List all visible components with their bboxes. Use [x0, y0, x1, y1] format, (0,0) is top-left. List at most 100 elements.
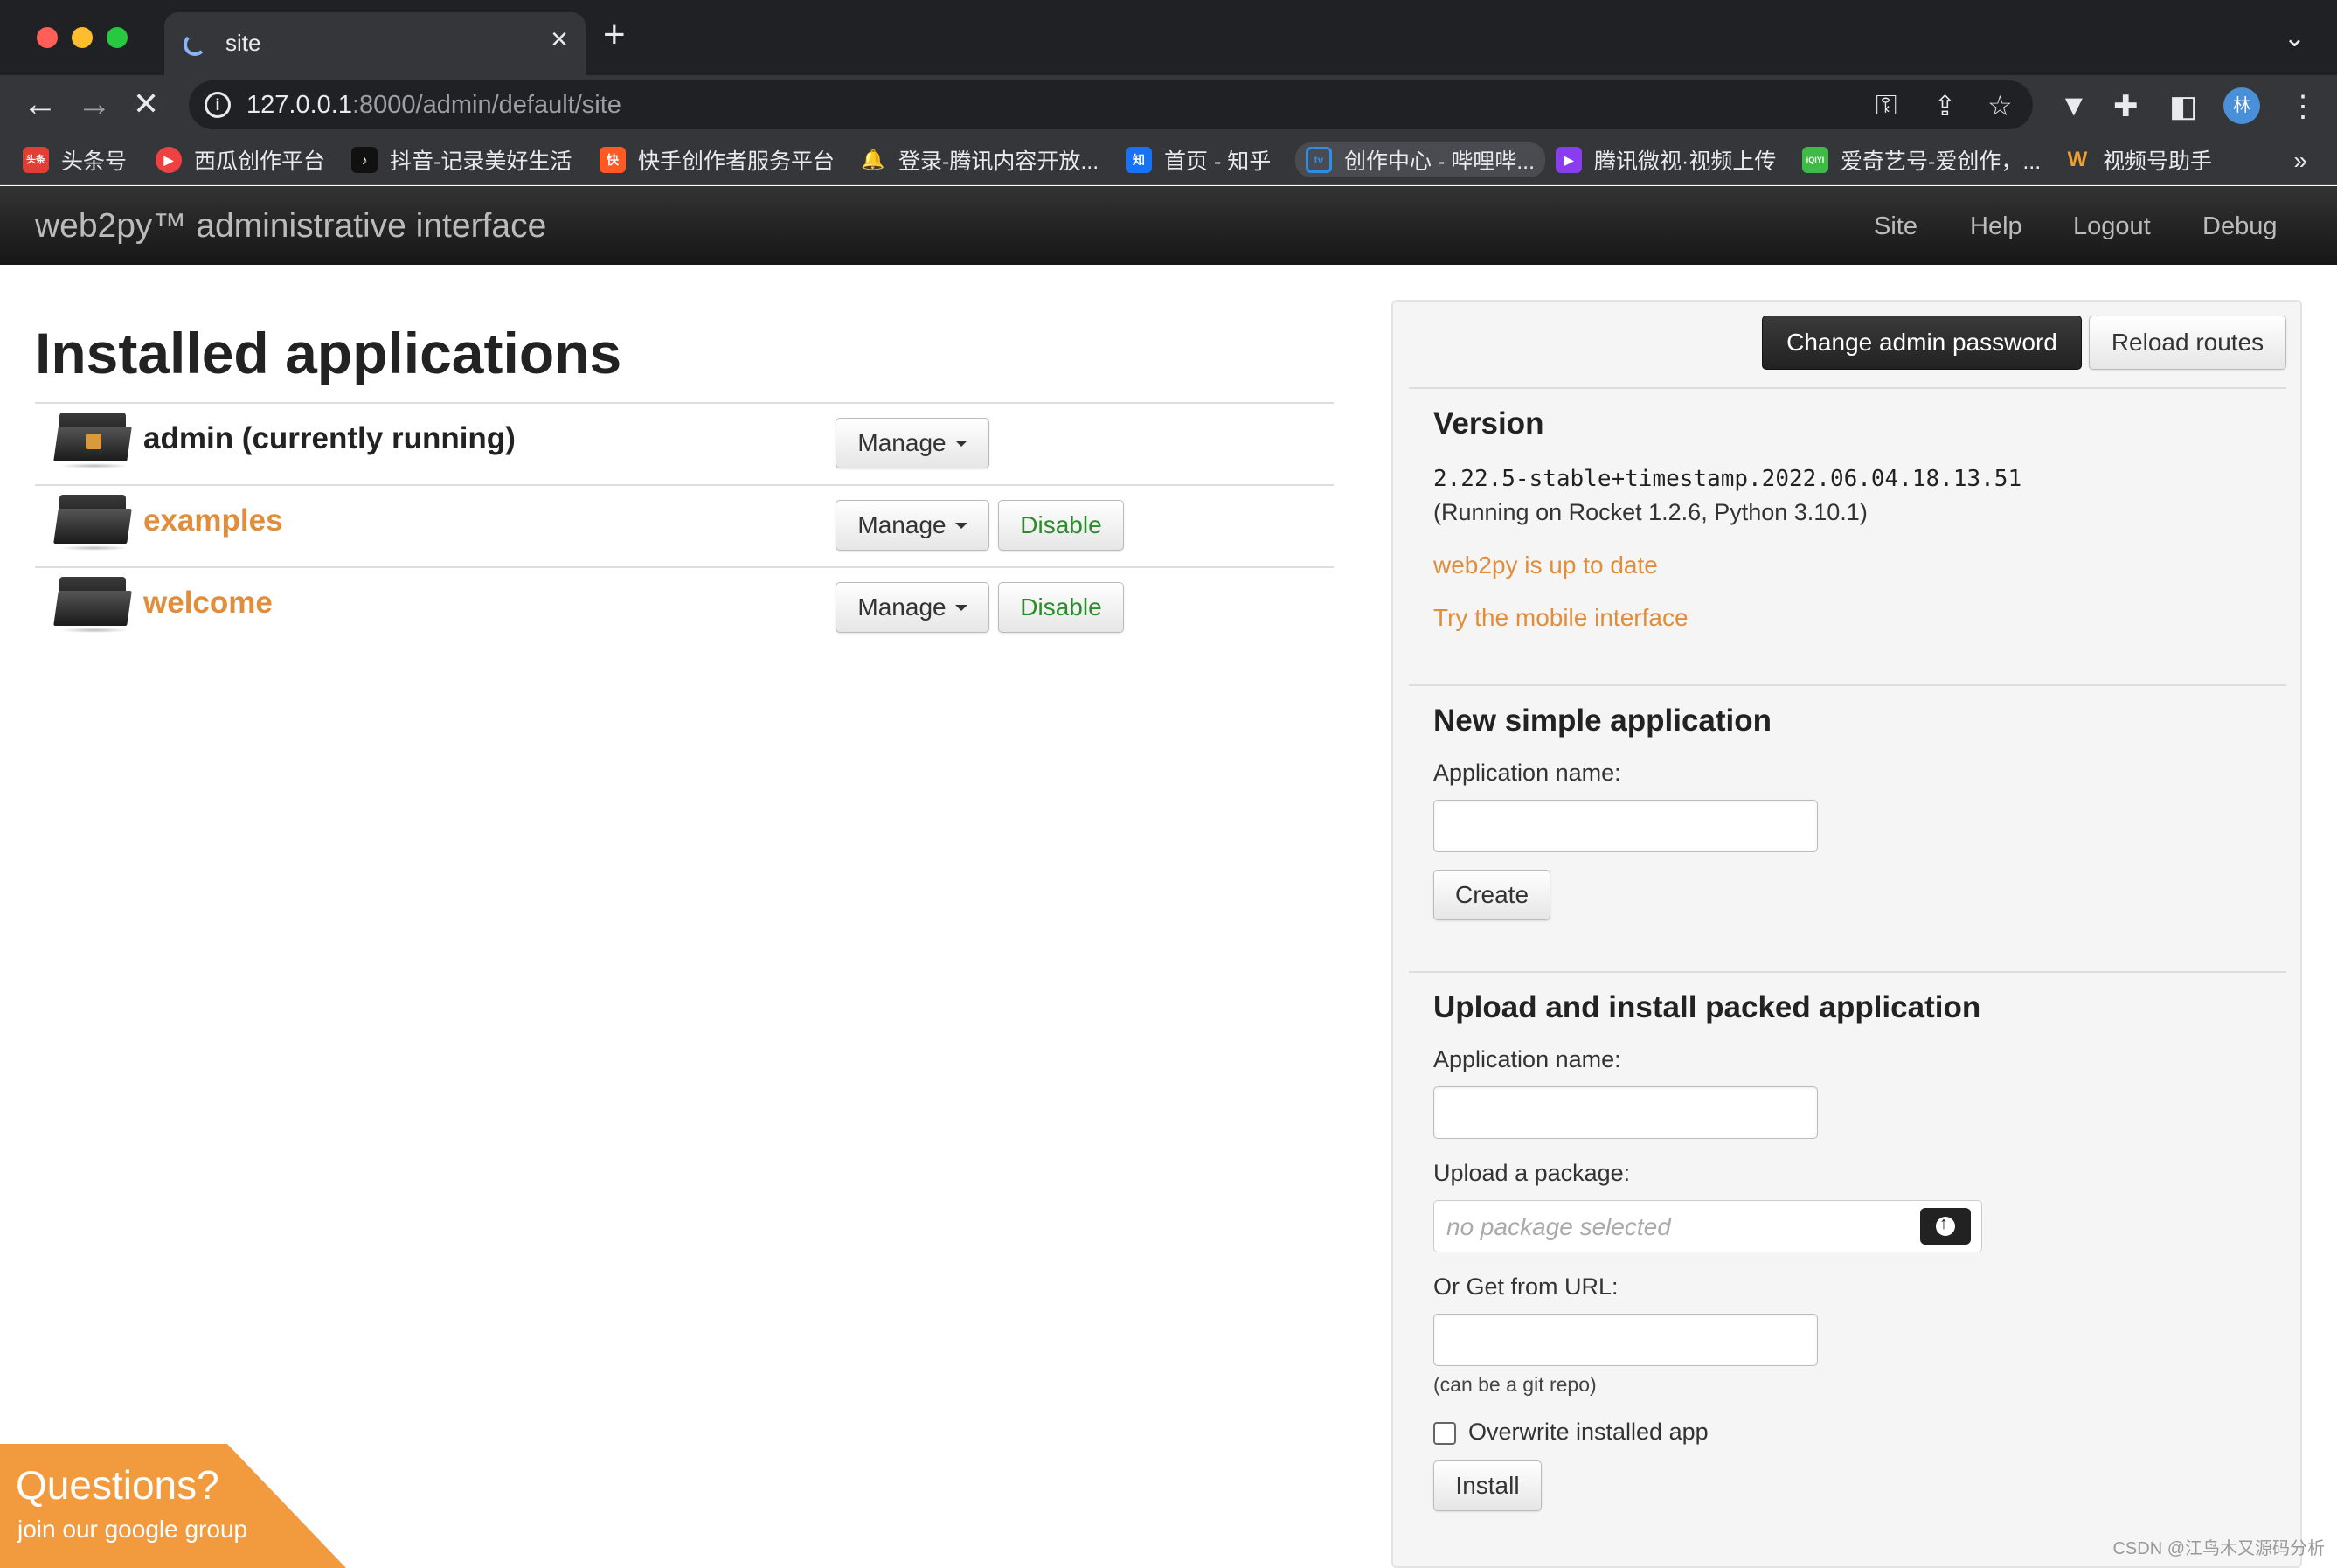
upload-package-label: Upload a package: — [1433, 1160, 1631, 1186]
up-to-date-link[interactable]: web2py is up to date — [1433, 552, 1658, 579]
share-icon[interactable]: ⇪ — [1933, 89, 1957, 122]
upload-app-name-input[interactable] — [1433, 1086, 1818, 1139]
package-placeholder: no package selected — [1446, 1213, 1671, 1240]
manage-button[interactable]: Manage — [836, 500, 989, 551]
admin-navbar: web2py™ administrative interface Site He… — [0, 186, 2337, 265]
app-name-label: Application name: — [1433, 760, 1621, 786]
install-button[interactable]: Install — [1433, 1460, 1542, 1511]
bookmark-item[interactable]: 🔔 登录-腾讯内容开放... — [860, 145, 1099, 175]
url-hint: (can be a git repo) — [1433, 1373, 1597, 1396]
bookmark-favicon-icon: 头条 — [23, 147, 49, 173]
disable-button[interactable]: Disable — [998, 500, 1124, 551]
app-row-admin: admin (currently running) Manage — [35, 402, 1334, 484]
bookmark-item[interactable]: tv 创作中心 - 哔哩哔... — [1295, 142, 1546, 177]
more-bookmarks-icon[interactable]: » — [2293, 147, 2307, 175]
browser-tab[interactable]: site × — [164, 12, 586, 75]
back-arrow-icon[interactable]: ← — [23, 82, 58, 126]
bookmark-item[interactable]: 头条 头条号 — [23, 145, 127, 175]
package-url-input[interactable] — [1433, 1314, 1818, 1366]
folder-icon — [53, 495, 132, 551]
browser-tab-bar: site × + ⌄ — [0, 0, 2337, 75]
reload-routes-button[interactable]: Reload routes — [2089, 316, 2286, 370]
browser-toolbar: ← → ✕ i 127.0.0.1:8000/admin/default/sit… — [0, 75, 2337, 135]
package-file-input[interactable]: no package selected ↑ — [1433, 1200, 1982, 1252]
bookmark-star-icon[interactable]: ☆ — [1987, 89, 2013, 122]
app-row-welcome: welcome Manage Disable — [35, 566, 1334, 649]
caret-down-icon — [954, 522, 967, 529]
bookmark-favicon-icon: ♪ — [351, 147, 378, 173]
extensions-puzzle-icon[interactable]: ✚ — [2113, 89, 2139, 124]
manage-button[interactable]: Manage — [836, 582, 989, 633]
bookmark-item[interactable]: iQIYI 爱奇艺号-爱创作，... — [1802, 145, 2041, 175]
new-app-heading: New simple application — [1433, 704, 1772, 738]
avatar[interactable]: 林 — [2223, 87, 2260, 124]
tab-title: site — [225, 30, 261, 56]
side-panel-icon[interactable]: ◧ — [2169, 89, 2197, 124]
new-tab-icon[interactable]: + — [603, 16, 626, 54]
google-group-banner[interactable]: Questions? join our google group — [0, 1444, 346, 1568]
app-link[interactable]: welcome — [143, 586, 273, 621]
close-tab-icon[interactable]: × — [551, 24, 568, 54]
bookmarks-bar: 头条 头条号 ▶ 西瓜创作平台 ♪ 抖音-记录美好生活 快快手创作者服务平台 🔔 登录-… — [0, 135, 2337, 185]
divider — [1409, 971, 2286, 973]
app-row-examples: examples Manage Disable — [35, 484, 1334, 566]
bookmark-favicon-icon: 快 — [600, 147, 626, 173]
bookmark-favicon-icon: ▶ — [1556, 147, 1582, 173]
change-admin-password-button[interactable]: Change admin password — [1762, 316, 2082, 370]
page-title: Installed applications — [35, 321, 622, 385]
upload-app-name-label: Application name: — [1433, 1046, 1621, 1072]
mobile-interface-link[interactable]: Try the mobile interface — [1433, 604, 1689, 632]
banner-questions: Questions? — [16, 1462, 219, 1508]
new-app-name-input[interactable] — [1433, 800, 1818, 852]
bookmark-favicon-icon: tv — [1306, 147, 1332, 173]
bookmark-item[interactable]: ▶ 西瓜创作平台 — [156, 145, 325, 175]
create-button[interactable]: Create — [1433, 870, 1550, 920]
app-link[interactable]: examples — [143, 503, 283, 538]
bookmark-item[interactable]: ♪ 抖音-记录美好生活 — [351, 145, 572, 175]
nav-link-logout[interactable]: Logout — [2073, 212, 2151, 241]
divider — [1409, 684, 2286, 686]
upload-heading: Upload and install packed application — [1433, 990, 1981, 1024]
bookmark-favicon-icon: W — [2067, 148, 2088, 171]
bookmark-item[interactable]: ▶ 腾讯微视·视频上传 — [1556, 145, 1776, 175]
upload-icon[interactable]: ↑ — [1920, 1208, 1971, 1245]
browser-menu-icon[interactable]: ⋮ — [2288, 89, 2318, 124]
overwrite-label[interactable]: Overwrite installed app — [1468, 1419, 1709, 1446]
bookmark-favicon-icon: 🔔 — [861, 149, 885, 170]
nav-link-site[interactable]: Site — [1874, 212, 1917, 241]
key-icon[interactable]: ⚿ — [1876, 89, 1897, 122]
app-list: admin (currently running) Manage example… — [35, 402, 1334, 649]
caret-down-icon — [954, 604, 967, 611]
brand-title[interactable]: web2py™ administrative interface — [35, 207, 546, 246]
minimize-window-button[interactable] — [72, 27, 93, 48]
maximize-window-button[interactable] — [107, 27, 128, 48]
loading-spinner-icon — [184, 33, 206, 56]
sidebar: Change admin password Reload routes Vers… — [1391, 300, 2302, 1568]
nav-link-debug[interactable]: Debug — [2202, 212, 2277, 241]
bookmark-item[interactable]: 知首页 - 知乎 — [1126, 145, 1271, 175]
bookmark-item[interactable]: W 视频号助手 — [2064, 145, 2212, 175]
bookmark-favicon-icon: 知 — [1126, 147, 1152, 173]
chevron-down-icon[interactable]: ⌄ — [2284, 23, 2306, 53]
manage-button[interactable]: Manage — [836, 418, 989, 468]
url-label: Or Get from URL: — [1433, 1273, 1619, 1300]
forward-arrow-icon[interactable]: → — [77, 82, 112, 126]
extension-v-icon[interactable]: ▼ — [2059, 89, 2089, 123]
version-heading: Version — [1433, 406, 1544, 441]
bookmark-favicon-icon: ▶ — [156, 147, 182, 173]
overwrite-checkbox[interactable] — [1433, 1422, 1456, 1445]
site-info-icon[interactable]: i — [205, 92, 231, 118]
divider — [1409, 387, 2286, 389]
app-name: admin (currently running) — [143, 421, 516, 455]
bookmark-item[interactable]: 快快手创作者服务平台 — [600, 145, 835, 175]
folder-icon — [53, 577, 132, 633]
banner-join: join our google group — [17, 1516, 248, 1543]
close-window-button[interactable] — [37, 27, 58, 48]
stop-loading-icon[interactable]: ✕ — [133, 82, 159, 126]
bookmark-favicon-icon: iQIYI — [1802, 147, 1828, 173]
address-bar[interactable]: i 127.0.0.1:8000/admin/default/site ⚿ ⇪ … — [189, 80, 2033, 129]
disable-button[interactable]: Disable — [998, 582, 1124, 633]
running-on-text: (Running on Rocket 1.2.6, Python 3.10.1) — [1433, 499, 1868, 525]
watermark: CSDN @江鸟木又源码分析 — [2112, 1539, 2325, 1558]
nav-link-help[interactable]: Help — [1970, 212, 2022, 241]
